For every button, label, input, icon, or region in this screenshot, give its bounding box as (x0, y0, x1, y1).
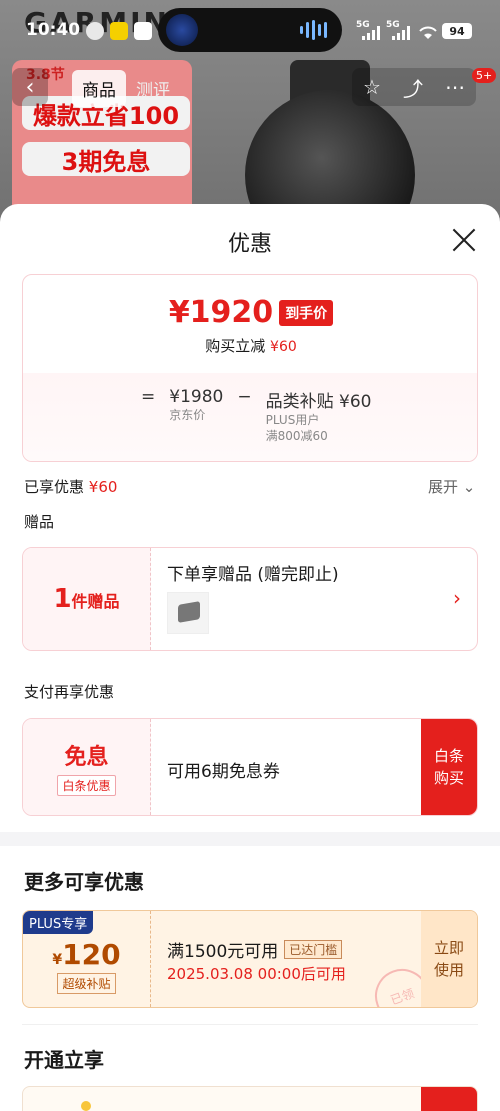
membership-card-partial (22, 1086, 478, 1111)
signal-bars-icon (362, 26, 380, 40)
final-price-tag: 到手价 (279, 299, 334, 326)
threshold-reached-tag: 已达门槛 (284, 940, 343, 959)
reduce-label: 购买立减 (205, 337, 266, 355)
gift-text: 下单享赠品 (赠完即止) (167, 565, 339, 585)
membership-icon (81, 1101, 91, 1111)
status-bar: 10:40 5G 5G 94 (0, 0, 500, 60)
super-subsidy-tag: 超级补贴 (57, 973, 116, 994)
installment-text: 可用6期免息券 (167, 762, 280, 782)
subsidy-value: ¥60 (339, 392, 372, 412)
jd-price-block: ¥1980 京东价 (169, 387, 223, 444)
subsidy-note-2: 满800减60 (265, 429, 328, 443)
wechat-icon (86, 22, 104, 40)
sheet-title: 优惠 (227, 232, 272, 257)
subsidy-note-1: PLUS用户 (265, 413, 320, 427)
coupon-title: 满1500元可用 (167, 942, 279, 962)
product-tabs: 商品 测评 (72, 70, 180, 107)
pay-heading: 支付再享优惠 (24, 683, 115, 701)
share-icon[interactable]: ⤴ (403, 73, 423, 102)
baitiao-buy-button[interactable]: 白条 购买 (421, 719, 477, 815)
gift-count: 1 (53, 584, 72, 614)
tab-product[interactable]: 商品 (72, 70, 126, 107)
tab-review[interactable]: 测评 (126, 70, 180, 107)
app-notification-icon (110, 22, 128, 40)
reduce-row: 购买立减 ¥60 (23, 335, 477, 356)
membership-button[interactable] (421, 1087, 477, 1111)
open-membership-heading: 开通立享 (24, 1048, 104, 1072)
audio-wave-icon (300, 20, 327, 40)
album-art-icon (166, 14, 198, 46)
enjoyed-value: ¥60 (88, 478, 118, 496)
favorite-star-icon[interactable]: ☆ (363, 75, 381, 99)
wifi-icon (419, 26, 437, 39)
baitiao-buy-line1: 白条 (433, 747, 464, 765)
chevron-left-icon: ‹ (25, 74, 35, 100)
more-icon[interactable]: ⋯ (445, 75, 465, 99)
gift-unit: 件赠品 (71, 592, 120, 611)
dynamic-island-media[interactable] (158, 8, 342, 52)
use-now-line1: 立即 (433, 939, 464, 957)
more-offers-heading: 更多可享优惠 (24, 870, 144, 894)
price-calculation: = ¥1980 京东价 − 品类补贴 ¥60 PLUS用户 满800减60 (141, 387, 371, 444)
send-icon (134, 22, 152, 40)
gift-heading: 赠品 (24, 513, 55, 531)
price-summary-box: ¥1920 到手价 购买立减 ¥60 = ¥1980 京东价 − 品类补贴 ¥6… (22, 274, 478, 462)
minus-sign: − (237, 387, 252, 407)
enjoyed-discount: 已享优惠 ¥60 (24, 476, 117, 497)
separator-line (22, 1024, 478, 1025)
gift-count-block: 1件赠品 (23, 548, 151, 650)
signal-bars-icon (392, 26, 410, 40)
section-divider (0, 832, 500, 846)
reduce-value: ¥60 (270, 339, 297, 355)
message-count-badge: 5+ (472, 68, 497, 83)
equals-sign: = (141, 387, 156, 407)
product-nav-bar: ‹ 商品 测评 ☆ ⤴ ⋯ 5+ (0, 68, 500, 110)
baitiao-tag: 白条优惠 (57, 774, 116, 796)
discount-sheet: 优惠 ¥1920 到手价 购买立减 ¥60 = ¥1980 京东价 − 品类补贴… (0, 204, 500, 1111)
plus-coupon-card: PLUS专享 ¥120 超级补贴 满1500元可用 已达门槛 2025.03.0… (22, 910, 478, 1008)
coupon-amount: 120 (62, 938, 121, 971)
jd-price: ¥1980 (169, 387, 224, 407)
coupon-valid-date: 2025.03.08 00:00后可用 (167, 965, 346, 983)
coupon-amount-block: ¥120 超级补贴 (23, 911, 151, 1007)
use-now-button[interactable]: 立即 使用 (421, 911, 477, 1007)
close-icon[interactable] (450, 226, 478, 254)
final-price: ¥1920 (168, 295, 274, 330)
installment-left: 免息 白条优惠 (23, 719, 151, 815)
subsidy-block: 品类补贴 ¥60 PLUS用户 满800减60 (266, 387, 372, 444)
back-button[interactable]: ‹ (12, 68, 48, 106)
coupon-title-row: 满1500元可用 已达门槛 (167, 937, 343, 962)
expand-label: 展开 (428, 478, 459, 496)
status-time: 10:40 (26, 20, 81, 40)
chevron-down-icon: ⌄ (462, 478, 476, 496)
subsidy-label: 品类补贴 (265, 392, 334, 412)
free-interest-label: 免息 (64, 744, 109, 770)
gift-thumbnail (167, 592, 209, 634)
gift-card[interactable]: 1件赠品 下单享赠品 (赠完即止) › (22, 547, 478, 651)
enjoyed-label: 已享优惠 (24, 478, 85, 496)
installment-card: 免息 白条优惠 可用6期免息券 白条 购买 (22, 718, 478, 816)
chevron-right-icon: › (453, 586, 461, 610)
final-price-row: ¥1920 到手价 (23, 295, 477, 330)
baitiao-buy-line2: 购买 (433, 769, 464, 787)
nav-tools: ☆ ⤴ ⋯ (352, 68, 476, 106)
expand-toggle[interactable]: 展开 ⌄ (428, 476, 475, 497)
use-now-line2: 使用 (433, 961, 464, 979)
coupon-currency: ¥ (52, 952, 63, 968)
promo-line-2: 3期免息 (22, 142, 190, 176)
battery-indicator: 94 (442, 23, 472, 39)
jd-price-label: 京东价 (169, 408, 206, 422)
